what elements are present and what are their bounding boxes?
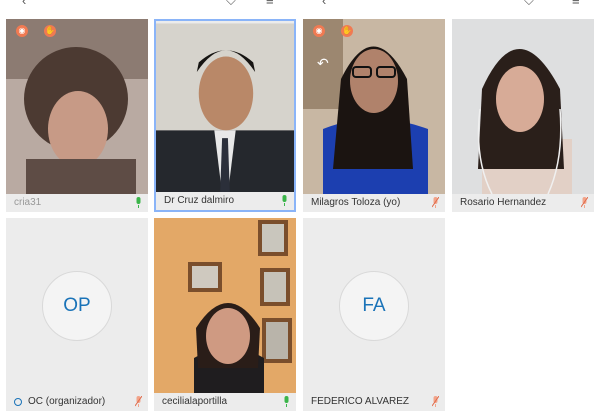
microphone-on-icon[interactable]: [283, 396, 290, 407]
participant-name: Dr Cruz dalmiro: [164, 195, 235, 206]
avatar: FA: [339, 271, 409, 341]
participant-caption: cria31: [6, 194, 148, 212]
chevron-left-icon[interactable]: ‹: [22, 0, 26, 7]
participant-tile-cecilialaportilla[interactable]: cecilialaportilla: [154, 218, 296, 411]
participant-caption: Dr Cruz dalmiro: [156, 192, 294, 210]
participant-caption: FEDERICO ALVAREZ: [303, 393, 445, 411]
chevron-left-icon[interactable]: ‹: [322, 0, 326, 7]
participant-caption: OC (organizador): [6, 393, 148, 411]
microphone-off-icon[interactable]: [432, 396, 439, 407]
top-toolbar: ‹ ⌵ ≡ ‹ ⌵ ≡: [0, 0, 600, 14]
signal-icon[interactable]: ⌵: [226, 0, 236, 7]
video-feed: [156, 23, 294, 194]
host-icon: [14, 398, 22, 406]
participant-name: Rosario Hernandez: [460, 197, 547, 208]
participant-tile-cria31[interactable]: ◉ ✋ cria31: [6, 19, 148, 212]
recording-badge-icon: ◉: [16, 25, 28, 37]
participant-tile-oc-organizador[interactable]: OP OC (organizador): [6, 218, 148, 411]
participant-name: FEDERICO ALVAREZ: [311, 396, 409, 407]
participant-tile-federico-alvarez[interactable]: FA FEDERICO ALVAREZ: [303, 218, 445, 411]
video-feed: [6, 19, 148, 194]
participant-name: OC (organizador): [28, 396, 106, 407]
recording-badge-icon: ◉: [313, 25, 325, 37]
participant-caption: cecilialaportilla: [154, 393, 296, 411]
microphone-off-icon[interactable]: [135, 396, 142, 407]
hand-badge-icon: ✋: [341, 25, 353, 37]
participant-caption: Rosario Hernandez: [452, 194, 594, 212]
participant-name: cria31: [14, 197, 42, 208]
participant-name: cecilialaportilla: [162, 396, 228, 407]
participant-tile-rosario-hernandez[interactable]: Rosario Hernandez: [452, 19, 594, 212]
list-icon[interactable]: ≡: [572, 0, 580, 7]
video-feed: [154, 218, 296, 393]
microphone-off-icon[interactable]: [432, 197, 439, 208]
participant-caption: Milagros Toloza (yo): [303, 194, 445, 212]
switch-camera-icon[interactable]: ↶: [317, 55, 329, 72]
signal-icon[interactable]: ⌵: [524, 0, 534, 7]
microphone-off-icon[interactable]: [581, 197, 588, 208]
video-feed: [303, 19, 445, 194]
video-feed: [452, 19, 594, 194]
participant-tile-dr-cruz-dalmiro[interactable]: Dr Cruz dalmiro: [154, 19, 296, 212]
hand-badge-icon: ✋: [44, 25, 56, 37]
microphone-on-icon[interactable]: [135, 197, 142, 208]
microphone-on-icon[interactable]: [281, 195, 288, 206]
avatar: OP: [42, 271, 112, 341]
participant-name: Milagros Toloza (yo): [311, 197, 401, 208]
participant-tile-milagros-toloza[interactable]: ◉ ✋ ↶ Milagros Toloza (yo): [303, 19, 445, 212]
list-icon[interactable]: ≡: [266, 0, 274, 7]
